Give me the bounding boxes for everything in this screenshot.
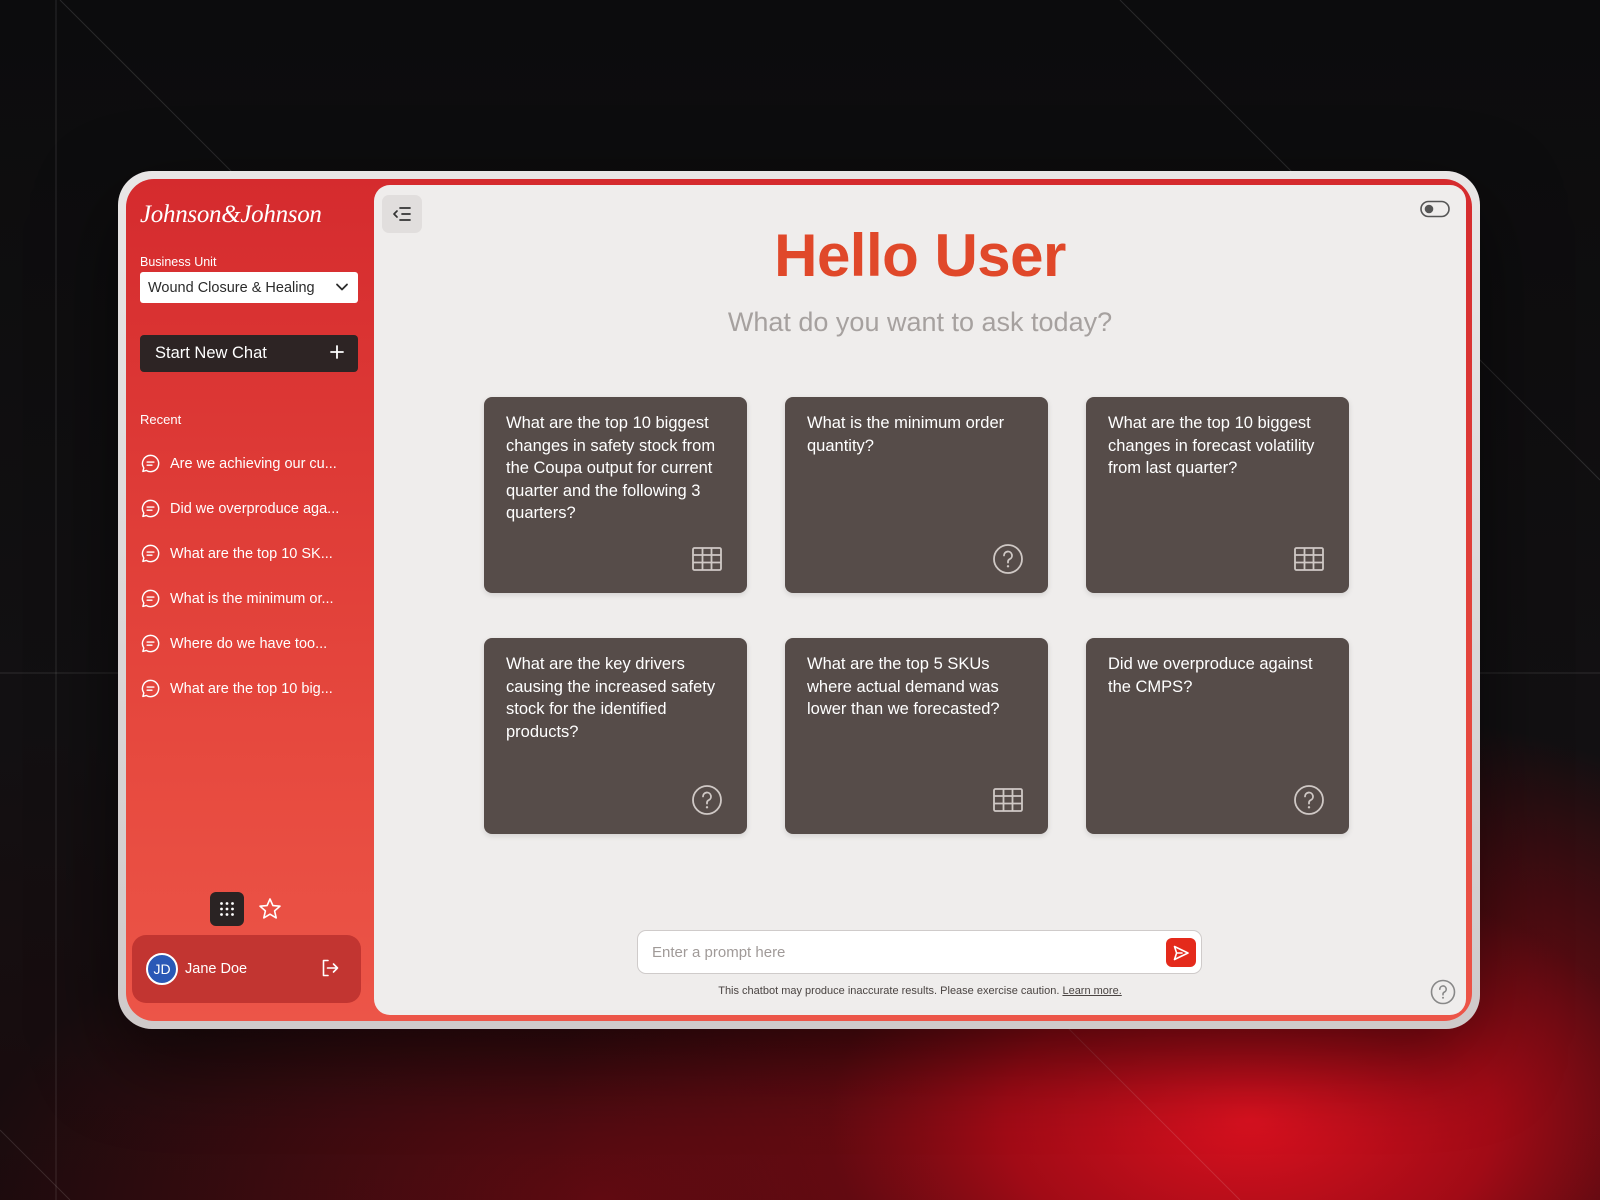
table-icon bbox=[692, 547, 722, 571]
suggestion-card[interactable]: What are the top 5 SKUs where actual dem… bbox=[785, 638, 1048, 834]
question-icon bbox=[993, 544, 1023, 574]
send-icon bbox=[1173, 945, 1189, 960]
table-icon bbox=[1294, 547, 1324, 571]
brand-logo: Johnson&Johnson bbox=[140, 201, 322, 228]
chat-bubble-icon bbox=[141, 454, 160, 473]
disclaimer: This chatbot may produce inaccurate resu… bbox=[374, 985, 1466, 997]
page-title: Hello User bbox=[774, 222, 1066, 289]
send-button[interactable] bbox=[1166, 938, 1196, 967]
question-icon bbox=[1294, 785, 1324, 815]
chat-bubble-icon bbox=[141, 499, 160, 518]
chevron-down-icon bbox=[336, 283, 348, 291]
logout-icon[interactable] bbox=[319, 957, 341, 979]
chat-bubble-icon bbox=[141, 679, 160, 698]
business-unit-select[interactable]: Wound Closure & Healing bbox=[140, 272, 358, 303]
recent-chat-item[interactable]: What are the top 10 big... bbox=[140, 666, 360, 711]
recent-chat-item[interactable]: Where do we have too... bbox=[140, 621, 360, 666]
recent-chat-title: What are the top 10 SK... bbox=[170, 545, 333, 562]
suggestion-cards: What are the top 10 biggest changes in s… bbox=[484, 397, 1349, 834]
suggestion-text: What are the top 10 biggest changes in f… bbox=[1108, 414, 1315, 477]
suggestion-card[interactable]: What is the minimum order quantity? bbox=[785, 397, 1048, 593]
business-unit-value: Wound Closure & Healing bbox=[148, 279, 315, 296]
suggestion-card[interactable]: What are the top 10 biggest changes in f… bbox=[1086, 397, 1349, 593]
page-subtitle: What do you want to ask today? bbox=[727, 307, 1113, 337]
device-frame: Johnson&Johnson Business Unit Wound Clos… bbox=[118, 171, 1480, 1029]
main-panel: Hello User What do you want to ask today… bbox=[374, 185, 1466, 1015]
recent-chat-title: Did we overproduce aga... bbox=[170, 500, 340, 517]
suggestion-text: What are the key drivers causing the inc… bbox=[506, 655, 716, 741]
recent-chat-title: What are the top 10 big... bbox=[170, 680, 333, 697]
chat-bubble-icon bbox=[141, 589, 160, 608]
start-new-chat-label: Start New Chat bbox=[155, 344, 267, 362]
prompt-box bbox=[637, 930, 1202, 974]
app-window: Johnson&Johnson Business Unit Wound Clos… bbox=[126, 179, 1472, 1021]
avatar: JD bbox=[146, 953, 178, 985]
suggestion-card[interactable]: Did we overproduce against the CMPS? bbox=[1086, 638, 1349, 834]
question-icon bbox=[692, 785, 722, 815]
recent-chat-item[interactable]: Did we overproduce aga... bbox=[140, 486, 360, 531]
recent-chat-title: Are we achieving our cu... bbox=[170, 455, 337, 472]
business-unit-label: Business Unit bbox=[140, 255, 217, 269]
recent-chat-item[interactable]: Are we achieving our cu... bbox=[140, 441, 360, 486]
prompt-input[interactable] bbox=[652, 943, 1132, 961]
help-icon[interactable] bbox=[1430, 979, 1456, 1005]
suggestion-text: Did we overproduce against the CMPS? bbox=[1108, 655, 1313, 696]
user-profile-card[interactable]: JD Jane Doe bbox=[132, 935, 361, 1003]
chat-bubble-icon bbox=[141, 634, 160, 653]
recent-chat-title: What is the minimum or... bbox=[170, 590, 334, 607]
learn-more-link[interactable]: Learn more. bbox=[1062, 985, 1121, 997]
recent-chats-list: Are we achieving our cu... Did we overpr… bbox=[140, 441, 360, 711]
recent-label: Recent bbox=[140, 412, 182, 427]
apps-grid-icon bbox=[220, 902, 234, 916]
start-new-chat-button[interactable]: Start New Chat bbox=[140, 335, 358, 372]
recent-chat-item[interactable]: What are the top 10 SK... bbox=[140, 531, 360, 576]
star-icon[interactable] bbox=[257, 896, 283, 922]
suggestion-text: What are the top 10 biggest changes in s… bbox=[506, 414, 716, 522]
plus-icon bbox=[330, 345, 344, 359]
suggestion-text: What are the top 5 SKUs where actual dem… bbox=[807, 655, 1000, 718]
theme-toggle[interactable] bbox=[1420, 200, 1450, 218]
suggestion-text: What is the minimum order quantity? bbox=[807, 414, 1005, 455]
suggestion-card[interactable]: What are the top 10 biggest changes in s… bbox=[484, 397, 747, 593]
apps-grid-button[interactable] bbox=[210, 892, 244, 926]
user-name: Jane Doe bbox=[185, 961, 248, 977]
table-icon bbox=[993, 788, 1023, 812]
sidebar: Johnson&Johnson Business Unit Wound Clos… bbox=[126, 179, 370, 1021]
disclaimer-text: This chatbot may produce inaccurate resu… bbox=[718, 985, 1060, 997]
suggestion-card[interactable]: What are the key drivers causing the inc… bbox=[484, 638, 747, 834]
recent-chat-item[interactable]: What is the minimum or... bbox=[140, 576, 360, 621]
chat-bubble-icon bbox=[141, 544, 160, 563]
recent-chat-title: Where do we have too... bbox=[170, 635, 328, 652]
